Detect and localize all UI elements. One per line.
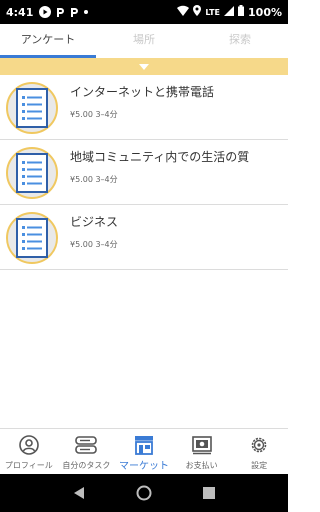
system-nav-bar [0,474,288,512]
battery-icon [238,5,245,19]
signal-icon [224,5,235,19]
nav-payment-label: お支払い [185,461,218,470]
survey-document-icon [6,212,58,264]
survey-reward: ¥5.00 [70,240,93,249]
survey-document-icon [6,82,58,134]
tasks-icon [75,434,98,456]
network-type: LTE [205,7,221,17]
survey-meta: ¥5.00 3–4分 [70,239,118,250]
nav-market-label: マーケット [118,461,169,472]
survey-document-icon [6,147,58,199]
filter-toggle-bar[interactable] [0,58,288,75]
nav-my-tasks-label: 自分のタスク [62,461,111,470]
dot-icon [84,10,89,14]
recents-icon[interactable] [202,487,215,499]
tab-location[interactable]: 場所 [96,24,192,58]
gear-icon [248,434,270,456]
user-icon [18,434,40,456]
tab-survey[interactable]: アンケート [0,24,96,58]
home-icon[interactable] [136,485,152,501]
payment-icon [191,434,213,456]
nav-market[interactable]: マーケット [115,429,173,472]
survey-reward: ¥5.00 [70,175,93,184]
nav-payment[interactable]: お支払い [173,429,231,472]
survey-item[interactable]: ビジネス ¥5.00 3–4分 [0,205,288,270]
survey-duration: 3–4分 [95,110,118,119]
survey-duration: 3–4分 [95,175,118,184]
nav-settings-label: 設定 [251,461,268,470]
survey-meta: ¥5.00 3–4分 [70,174,118,185]
survey-reward: ¥5.00 [70,110,93,119]
tab-bar: アンケート 場所 探索 [0,24,288,58]
play-icon [39,6,52,18]
survey-list: インターネットと携帯電話 ¥5.00 3–4分 地域コミュニティ内での生活の質 … [0,75,288,270]
nav-profile[interactable]: プロフィール [0,429,58,472]
wifi-icon [177,5,190,19]
location-icon [193,5,202,19]
survey-title: インターネットと携帯電話 [70,85,215,99]
tab-explore[interactable]: 探索 [192,24,288,58]
nav-my-tasks[interactable]: 自分のタスク [58,429,116,472]
battery-percent: 100% [248,5,282,19]
bottom-nav: プロフィール 自分のタスク マーケット お支払い 設定 [0,428,288,472]
survey-duration: 3–4分 [95,240,118,249]
parking-icon [56,7,65,18]
survey-title: 地域コミュニティ内での生活の質 [70,150,250,164]
triangle-down-icon [139,63,149,70]
status-bar: 4:41 LTE 100% [0,0,288,24]
back-icon[interactable] [73,486,85,500]
survey-item[interactable]: インターネットと携帯電話 ¥5.00 3–4分 [0,75,288,140]
survey-item[interactable]: 地域コミュニティ内での生活の質 ¥5.00 3–4分 [0,140,288,205]
nav-settings[interactable]: 設定 [230,429,288,472]
parking-icon [70,7,79,18]
survey-meta: ¥5.00 3–4分 [70,109,118,120]
nav-profile-label: プロフィール [4,461,53,470]
status-time: 4:41 [6,5,34,19]
survey-title: ビジネス [70,215,119,229]
store-icon [133,434,155,455]
